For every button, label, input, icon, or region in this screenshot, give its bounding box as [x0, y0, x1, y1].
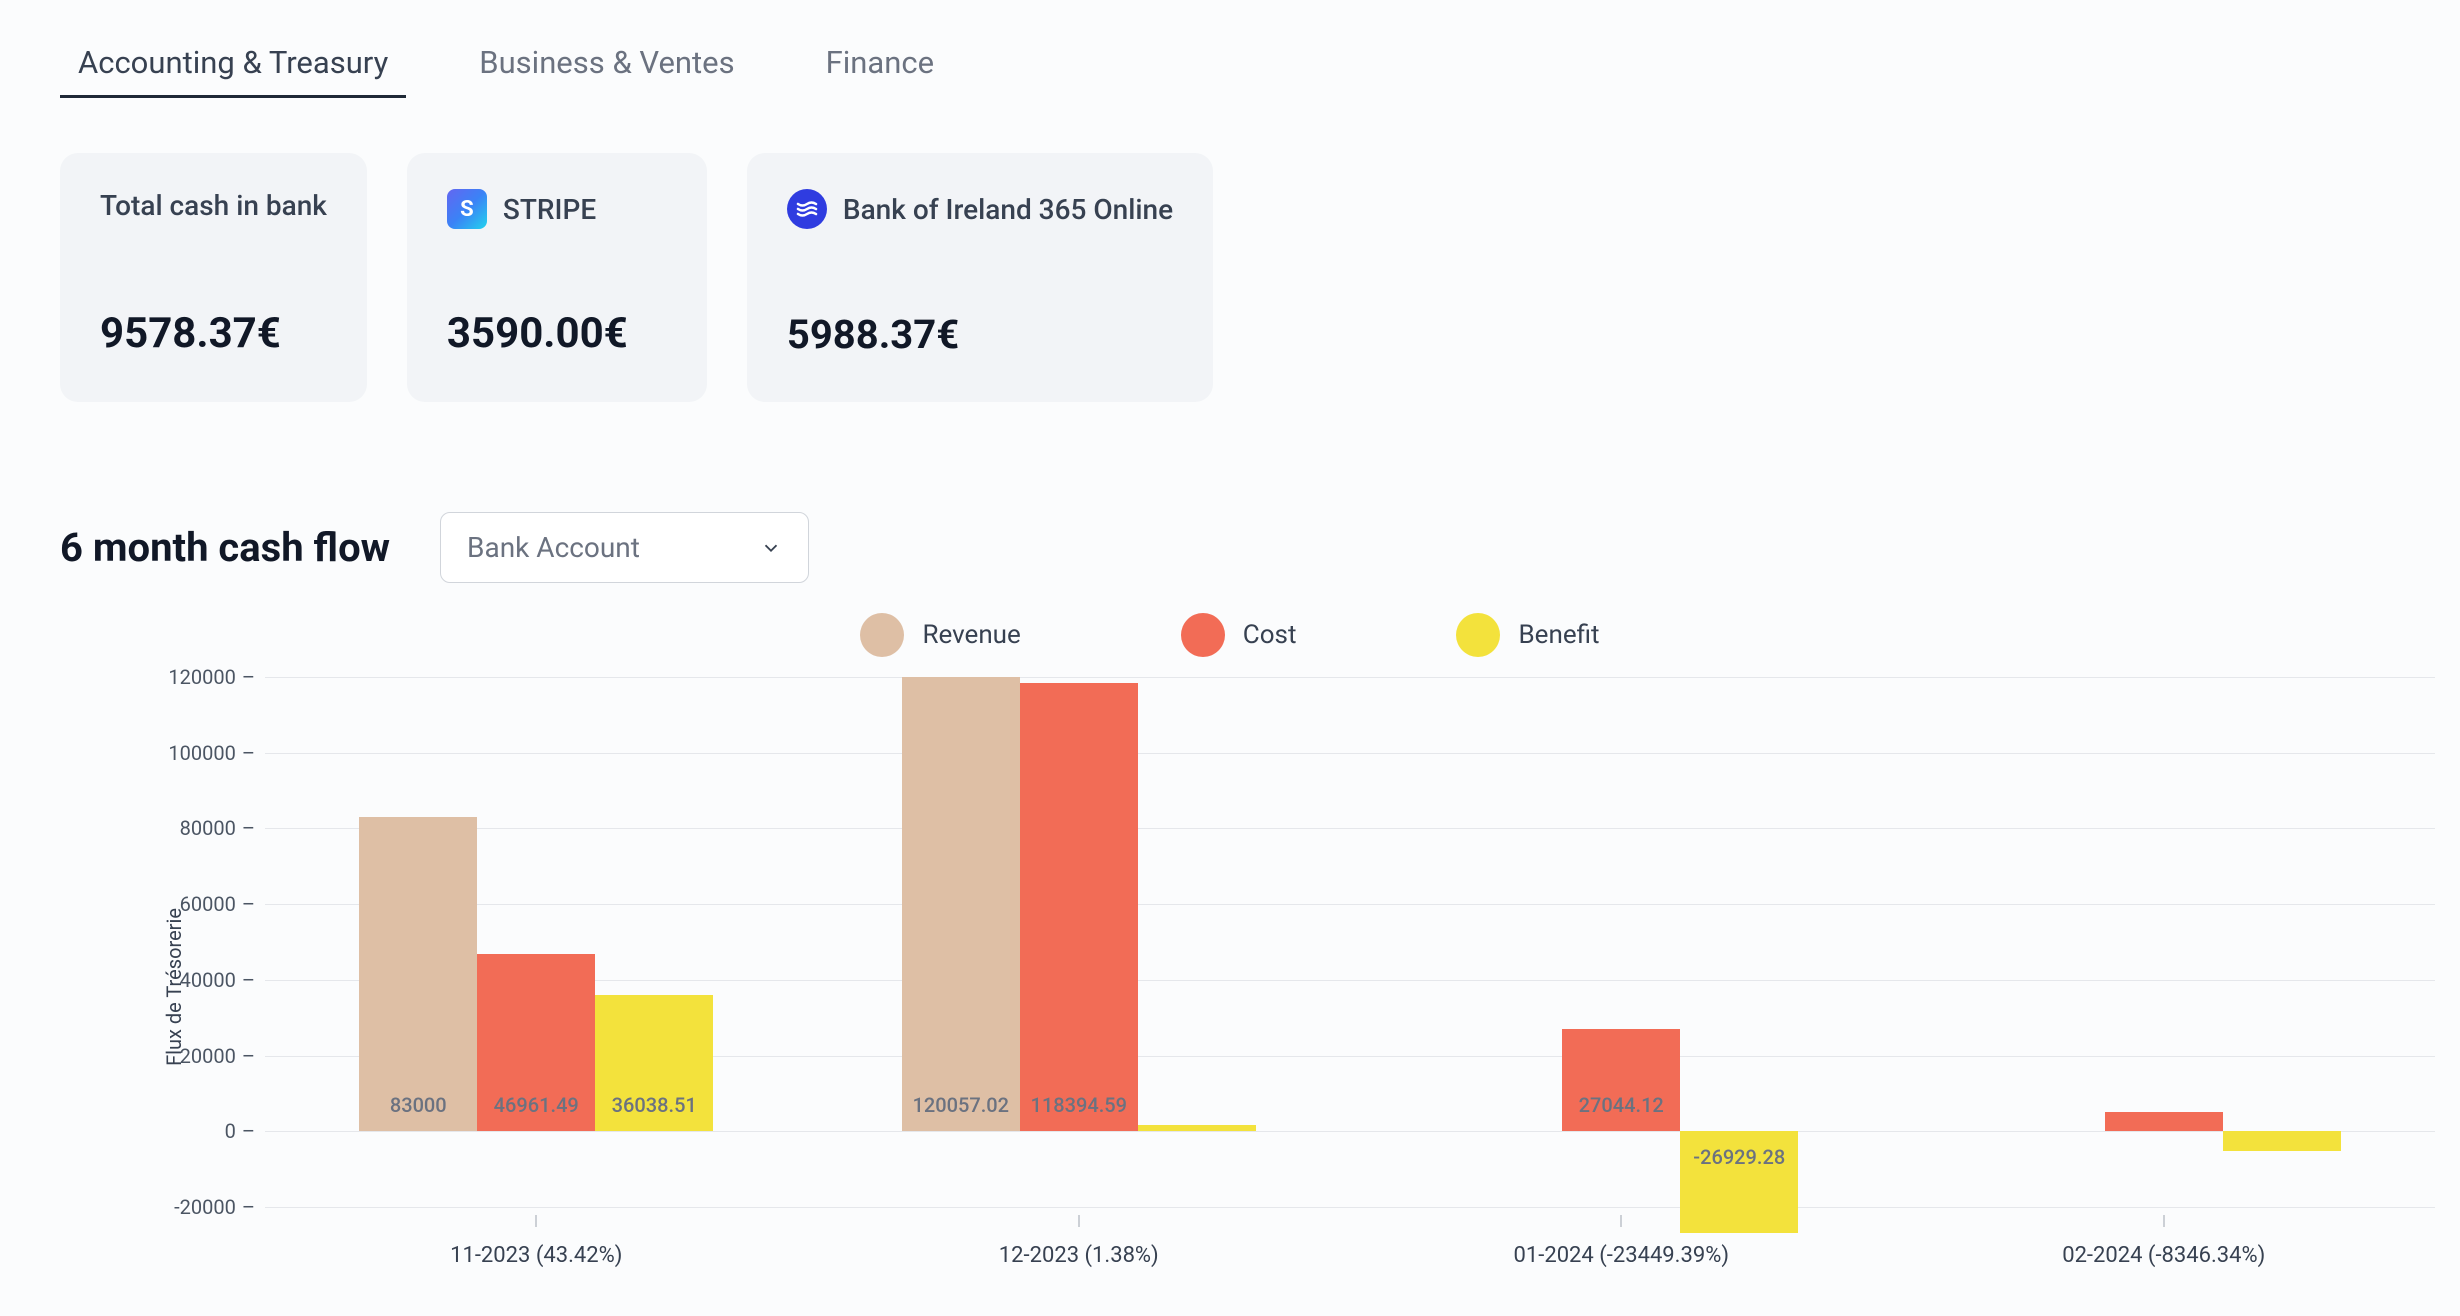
- cash-flow-chart: Flux de Trésorerie 8300046961.4936038.51…: [155, 677, 2435, 1297]
- ytick: 120000 –: [155, 665, 255, 689]
- bar-revenue: 120057.02: [902, 677, 1020, 1132]
- chevron-down-icon: [760, 537, 782, 559]
- bar-cost: [2105, 1112, 2223, 1132]
- bank-account-dropdown[interactable]: Bank Account: [440, 512, 809, 583]
- ytick: 60000 –: [155, 892, 255, 916]
- card-total-cash: Total cash in bank 9578.37€: [60, 153, 367, 402]
- bar-label: -26929.28: [1680, 1145, 1798, 1169]
- chart-plot: 8300046961.4936038.51 120057.02118394.59 2…: [265, 677, 2435, 1207]
- card-total-cash-label: Total cash in bank: [100, 189, 327, 222]
- legend-cost-label: Cost: [1243, 620, 1297, 650]
- legend-benefit-label: Benefit: [1518, 620, 1599, 650]
- legend-cost[interactable]: Cost: [1181, 613, 1297, 657]
- legend-revenue-swatch: [860, 613, 904, 657]
- card-boi-value: 5988.37€: [787, 311, 1173, 358]
- ytick: 40000 –: [155, 968, 255, 992]
- bar-benefit: 36038.51: [595, 995, 713, 1131]
- bar-cost: 118394.59: [1020, 683, 1138, 1131]
- xtick-label: 02-2024 (-8346.34%): [2062, 1243, 2265, 1268]
- legend-benefit-swatch: [1456, 613, 1500, 657]
- xtick-label: 11-2023 (43.42%): [450, 1243, 622, 1268]
- bar-label: 118394.59: [1020, 1093, 1138, 1117]
- tab-finance[interactable]: Finance: [808, 30, 952, 98]
- bar-label: 46961.49: [477, 1093, 595, 1117]
- dropdown-label: Bank Account: [467, 531, 640, 564]
- legend-benefit[interactable]: Benefit: [1456, 613, 1599, 657]
- bar-label: 83000: [359, 1093, 477, 1117]
- xtick-label: 01-2024 (-23449.39%): [1514, 1243, 1729, 1268]
- card-boi: Bank of Ireland 365 Online 5988.37€: [747, 153, 1213, 402]
- ytick: 0 –: [155, 1119, 255, 1143]
- ytick: -20000 –: [155, 1195, 255, 1219]
- ytick: 20000 –: [155, 1044, 255, 1068]
- tabs: Accounting & Treasury Business & Ventes …: [60, 30, 2400, 98]
- legend-cost-swatch: [1181, 613, 1225, 657]
- card-stripe: S STRIPE 3590.00€: [407, 153, 707, 402]
- bar-label: 27044.12: [1562, 1093, 1680, 1117]
- bar-cost: 46961.49: [477, 954, 595, 1132]
- ytick: 100000 –: [155, 741, 255, 765]
- bar-cost: 27044.12: [1562, 1029, 1680, 1131]
- xtick-label: 12-2023 (1.38%): [999, 1243, 1159, 1268]
- tab-business-ventes[interactable]: Business & Ventes: [461, 30, 752, 98]
- summary-cards: Total cash in bank 9578.37€ S STRIPE 359…: [60, 153, 2400, 402]
- chart-header: 6 month cash flow Bank Account: [60, 512, 2400, 583]
- bar-benefit: [2223, 1131, 2341, 1151]
- bank-of-ireland-icon: [787, 189, 827, 229]
- bar-revenue: 83000: [359, 817, 477, 1131]
- xtick-mark: [1621, 1215, 1622, 1227]
- ytick: 80000 –: [155, 816, 255, 840]
- bar-label: 120057.02: [902, 1093, 1020, 1117]
- bar-benefit: [1138, 1125, 1256, 1131]
- xtick-mark: [1078, 1215, 1079, 1227]
- chart-xaxis: 11-2023 (43.42%) 12-2023 (1.38%) 01-2024 (…: [265, 1207, 2435, 1297]
- card-stripe-label: STRIPE: [503, 193, 596, 226]
- bar-label: 36038.51: [595, 1093, 713, 1117]
- xtick-mark: [536, 1215, 537, 1227]
- card-stripe-value: 3590.00€: [447, 309, 667, 358]
- card-total-cash-value: 9578.37€: [100, 309, 327, 358]
- chart-legend: Revenue Cost Benefit: [60, 613, 2400, 657]
- legend-revenue[interactable]: Revenue: [860, 613, 1020, 657]
- tab-accounting-treasury[interactable]: Accounting & Treasury: [60, 30, 406, 98]
- legend-revenue-label: Revenue: [922, 620, 1020, 650]
- stripe-icon: S: [447, 189, 487, 229]
- chart-title: 6 month cash flow: [60, 524, 390, 571]
- xtick-mark: [2163, 1215, 2164, 1227]
- card-boi-label: Bank of Ireland 365 Online: [843, 193, 1173, 226]
